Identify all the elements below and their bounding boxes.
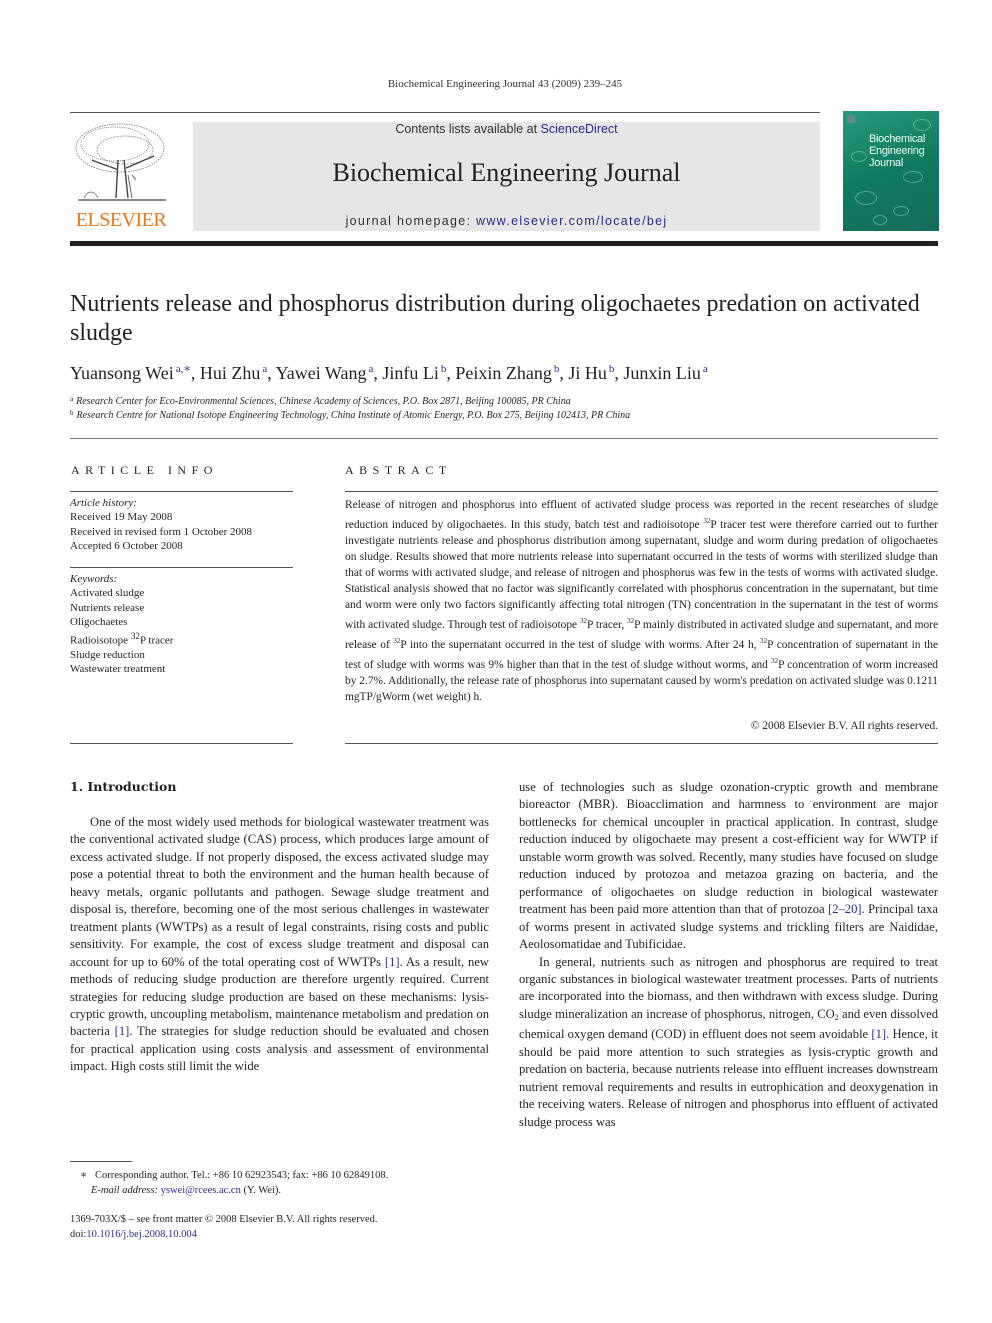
abstract-heading: ABSTRACT <box>345 463 452 477</box>
author: Yuansong Wei <box>70 363 174 383</box>
abstract-rule <box>345 491 938 492</box>
elsevier-logo[interactable]: ELSEVIER <box>70 120 172 232</box>
info-rule <box>70 491 293 492</box>
journal-cover[interactable]: Biochemical Engineering Journal <box>843 111 939 231</box>
contents-line: Contents lists available at ScienceDirec… <box>193 122 820 136</box>
keyword-item: Oligochaetes <box>70 615 128 628</box>
affiliation-marker[interactable]: a <box>262 363 267 375</box>
homepage-prefix: journal homepage: <box>345 214 476 228</box>
affiliation-marker[interactable]: a <box>703 363 708 375</box>
footnote-rule <box>70 1161 132 1162</box>
keyword-item: Activated sludge <box>70 587 145 600</box>
paragraph: In general, nutrients such as nitrogen a… <box>519 954 938 1129</box>
sciencedirect-link[interactable]: ScienceDirect <box>541 122 618 136</box>
email-link[interactable]: yswei@rcees.ac.cn <box>161 1185 241 1196</box>
affiliation-b: b Research Centre for National Isotope En… <box>70 409 631 421</box>
affiliation-marker[interactable]: b <box>554 363 560 375</box>
cover-title: Biochemical Engineering Journal <box>869 133 926 169</box>
author: Yawei Wang <box>275 363 367 383</box>
history-received: Received 19 May 2008 <box>70 511 173 524</box>
header-rule <box>70 112 820 113</box>
section-heading-introduction: 1. Introduction <box>70 779 177 794</box>
issn-doi: 1369-703X/$ – see front matter © 2008 El… <box>70 1213 510 1242</box>
journal-title: Biochemical Engineering Journal <box>332 158 681 187</box>
history-accepted: Accepted 6 October 2008 <box>70 539 183 552</box>
affiliation-marker[interactable]: a,∗ <box>176 363 191 375</box>
author: Jinfu Li <box>382 363 439 383</box>
corresponding-author-footnote: ∗ Corresponding author. Tel.: +86 10 629… <box>80 1170 389 1196</box>
abstract-text: Release of nitrogen and phosphorus into … <box>345 499 939 703</box>
author-list: Yuansong Wei a,∗, Hui Zhu a, Yawei Wang a, … <box>70 363 708 383</box>
journal-banner: Contents lists available at ScienceDirec… <box>193 122 820 231</box>
article-title: Nutrients release and phosphorus distrib… <box>70 291 920 346</box>
affiliation-a: a Research Center for Eco-Environmental S… <box>70 395 571 407</box>
keyword-item: Nutrients release <box>70 601 145 614</box>
tree-icon <box>75 123 166 201</box>
homepage-link[interactable]: www.elsevier.com/locate/bej <box>476 214 667 228</box>
author: Hui Zhu <box>199 363 261 383</box>
doi-link[interactable]: 10.1016/j.bej.2008.10.004 <box>86 1229 197 1240</box>
author: Peixin Zhang <box>455 363 552 383</box>
author: Junxin Liu <box>623 363 701 383</box>
abstract-copyright: © 2008 Elsevier B.V. All rights reserved… <box>750 720 938 732</box>
cover-publisher-mark <box>847 115 855 123</box>
history-revised: Received in revised form 1 October 2008 <box>70 525 253 538</box>
keywords: Keywords: Activated sludge Nutrients rele… <box>70 572 293 677</box>
body-column-left: One of the most widely used methods for … <box>70 814 489 1076</box>
affiliation-marker[interactable]: a <box>368 363 373 375</box>
citation-link[interactable]: [1] <box>385 955 400 969</box>
issn-line: 1369-703X/$ – see front matter © 2008 El… <box>70 1214 378 1225</box>
keyword-item: Sludge reduction <box>70 649 145 662</box>
section-rule <box>70 438 938 439</box>
keyword-item: Radioisotope 32P tracer <box>70 631 174 647</box>
citation-link[interactable]: [1] <box>115 1024 130 1038</box>
author: Ji Hu <box>568 363 607 383</box>
citation-link[interactable]: [2–20] <box>828 902 862 916</box>
affiliation-marker[interactable]: b <box>441 363 447 375</box>
affiliation-marker[interactable]: b <box>609 363 615 375</box>
paragraph: One of the most widely used methods for … <box>70 815 490 1074</box>
homepage-line: journal homepage: www.elsevier.com/locat… <box>193 214 820 228</box>
keyword-item: Wastewater treatment <box>70 663 166 676</box>
running-head: Biochemical Engineering Journal 43 (2009… <box>387 78 623 90</box>
info-rule <box>70 567 293 568</box>
paragraph: use of technologies such as sludge ozona… <box>519 780 938 952</box>
info-rule <box>70 743 293 744</box>
body-column-right: use of technologies such as sludge ozona… <box>519 779 938 1131</box>
header-thick-rule <box>70 241 938 246</box>
contents-prefix: Contents lists available at <box>395 122 541 136</box>
elsevier-wordmark: ELSEVIER <box>75 209 167 231</box>
article-history: Article history: Received 19 May 2008 Re… <box>70 496 293 553</box>
article-info-heading: ARTICLE INFO <box>71 463 218 477</box>
abstract-rule <box>345 743 938 744</box>
citation-link[interactable]: [1] <box>871 1027 886 1041</box>
